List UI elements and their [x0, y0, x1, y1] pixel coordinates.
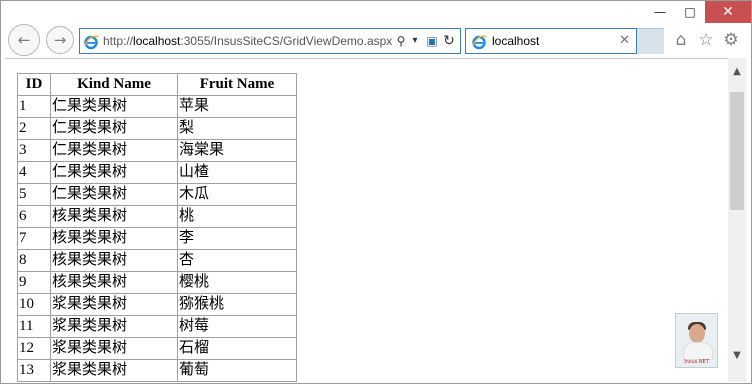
- cell-id: 11: [17, 315, 51, 338]
- close-window-button[interactable]: ✕: [705, 1, 751, 23]
- tab-title: localhost: [492, 34, 540, 48]
- tab-localhost[interactable]: localhost ✕: [465, 28, 637, 54]
- vertical-scrollbar[interactable]: ▲ ▼: [728, 58, 746, 382]
- cell-kind-name: 仁果类果树: [50, 183, 178, 206]
- cell-fruit-name: 海棠果: [177, 139, 297, 162]
- table-header-row: ID Kind Name Fruit Name: [17, 73, 297, 96]
- cell-id: 2: [17, 117, 51, 140]
- column-header-fruit-name: Fruit Name: [177, 73, 297, 96]
- refresh-icon[interactable]: ↻: [441, 29, 457, 53]
- table-row: 3 仁果类果树 海棠果: [17, 139, 297, 162]
- table-row: 6 核果类果树桃: [17, 205, 297, 228]
- cell-kind-name: 浆果类果树: [50, 293, 178, 316]
- cell-id: 10: [17, 293, 51, 316]
- cell-kind-name: 核果类果树: [50, 249, 178, 272]
- cell-fruit-name: 李: [177, 227, 297, 250]
- table-row: 12 浆果类果树 石榴: [17, 337, 297, 360]
- table-row: 5 仁果类果树 木瓜: [17, 183, 297, 206]
- cell-kind-name: 核果类果树: [50, 271, 178, 294]
- cell-id: 1: [17, 95, 51, 118]
- scroll-down-button[interactable]: ▼: [728, 346, 746, 364]
- cell-id: 5: [17, 183, 51, 206]
- cell-id: 13: [17, 359, 51, 382]
- cell-id: 4: [17, 161, 51, 184]
- gridview-table: ID Kind Name Fruit Name 1 仁果类果树 苹果 2 仁果类果树梨…: [17, 73, 297, 382]
- column-header-kind-name: Kind Name: [50, 73, 178, 96]
- maximize-button[interactable]: □: [675, 1, 705, 23]
- navigation-bar: ← → http://localhost:3055/InsusSiteCS/Gr…: [1, 23, 751, 57]
- title-bar: — □ ✕: [1, 1, 751, 23]
- author-avatar-watermark: Insus.NET: [675, 313, 718, 368]
- cell-fruit-name: 梨: [177, 117, 297, 140]
- cell-id: 9: [17, 271, 51, 294]
- table-row: 10 浆果类果树 猕猴桃: [17, 293, 297, 316]
- cell-kind-name: 浆果类果树: [50, 359, 178, 382]
- table-row: 2 仁果类果树梨: [17, 117, 297, 140]
- back-button[interactable]: ←: [8, 24, 40, 56]
- scroll-up-button[interactable]: ▲: [728, 62, 746, 80]
- home-icon[interactable]: ⌂: [671, 30, 691, 50]
- table-row: 4 仁果类果树 山楂: [17, 161, 297, 184]
- cell-fruit-name: 树莓: [177, 315, 297, 338]
- ie-tab-icon: [472, 35, 487, 50]
- table-row: 11 浆果类果树 树莓: [17, 315, 297, 338]
- scrollbar-thumb[interactable]: [730, 92, 744, 210]
- cell-fruit-name: 山楂: [177, 161, 297, 184]
- avatar-caption: Insus.NET: [684, 359, 709, 365]
- browser-window: — □ ✕ ← → http://localhost:3055/InsusSit…: [0, 0, 752, 384]
- compatibility-view-icon[interactable]: ▣: [425, 29, 439, 53]
- cell-id: 7: [17, 227, 51, 250]
- table-row: 8 核果类果树杏: [17, 249, 297, 272]
- cell-kind-name: 核果类果树: [50, 227, 178, 250]
- cell-kind-name: 仁果类果树: [50, 117, 178, 140]
- cell-id: 12: [17, 337, 51, 360]
- cell-kind-name: 浆果类果树: [50, 337, 178, 360]
- url-text[interactable]: http://localhost:3055/InsusSiteCS/GridVi…: [103, 29, 392, 53]
- cell-id: 6: [17, 205, 51, 228]
- cell-fruit-name: 苹果: [177, 95, 297, 118]
- cell-fruit-name: 木瓜: [177, 183, 297, 206]
- forward-arrow-icon: →: [53, 31, 67, 49]
- favorites-star-icon[interactable]: ☆: [696, 30, 716, 50]
- column-header-id: ID: [17, 73, 51, 96]
- table-row: 9 核果类果树 樱桃: [17, 271, 297, 294]
- forward-button[interactable]: →: [46, 26, 74, 54]
- dropdown-arrow-icon[interactable]: ▾: [409, 29, 421, 53]
- cell-fruit-name: 桃: [177, 205, 297, 228]
- cell-kind-name: 仁果类果树: [50, 95, 178, 118]
- table-row: 13 浆果类果树 葡萄: [17, 359, 297, 382]
- avatar-face: [689, 324, 705, 343]
- search-icon[interactable]: ⚲: [394, 29, 408, 53]
- cell-kind-name: 仁果类果树: [50, 161, 178, 184]
- address-bar[interactable]: http://localhost:3055/InsusSiteCS/GridVi…: [79, 28, 461, 54]
- gear-icon[interactable]: ⚙: [721, 30, 741, 50]
- cell-kind-name: 浆果类果树: [50, 315, 178, 338]
- cell-fruit-name: 樱桃: [177, 271, 297, 294]
- new-tab-button[interactable]: [637, 28, 664, 54]
- cell-kind-name: 仁果类果树: [50, 139, 178, 162]
- cell-id: 8: [17, 249, 51, 272]
- back-arrow-icon: ←: [17, 31, 31, 49]
- cell-kind-name: 核果类果树: [50, 205, 178, 228]
- cell-id: 3: [17, 139, 51, 162]
- table-row: 7 核果类果树李: [17, 227, 297, 250]
- ie-page-icon: [84, 35, 99, 50]
- page-content: ID Kind Name Fruit Name 1 仁果类果树 苹果 2 仁果类果树梨…: [5, 58, 728, 383]
- table-row: 1 仁果类果树 苹果: [17, 95, 297, 118]
- cell-fruit-name: 石榴: [177, 337, 297, 360]
- cell-fruit-name: 葡萄: [177, 359, 297, 382]
- cell-fruit-name: 猕猴桃: [177, 293, 297, 316]
- close-tab-icon[interactable]: ✕: [619, 29, 630, 53]
- minimize-button[interactable]: —: [645, 1, 675, 23]
- cell-fruit-name: 杏: [177, 249, 297, 272]
